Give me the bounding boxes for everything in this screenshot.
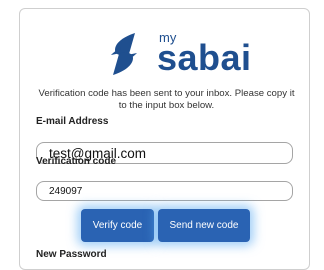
brand-logo: my sabai <box>107 29 257 79</box>
email-label: E-mail Address <box>36 116 109 127</box>
verify-code-button[interactable]: Verify code <box>81 209 154 242</box>
verification-code-label: Verification code <box>36 156 117 167</box>
verification-info-text: Verification code has been sent to your … <box>38 88 295 111</box>
verification-code-field[interactable]: 249097 <box>36 181 293 201</box>
send-new-code-button[interactable]: Send new code <box>158 209 250 242</box>
brand-name: sabai <box>157 37 252 78</box>
verification-card: my sabai Verification code has been sent… <box>19 8 310 270</box>
new-password-label: New Password <box>36 249 107 260</box>
sabai-logo-mark-icon <box>111 33 137 75</box>
